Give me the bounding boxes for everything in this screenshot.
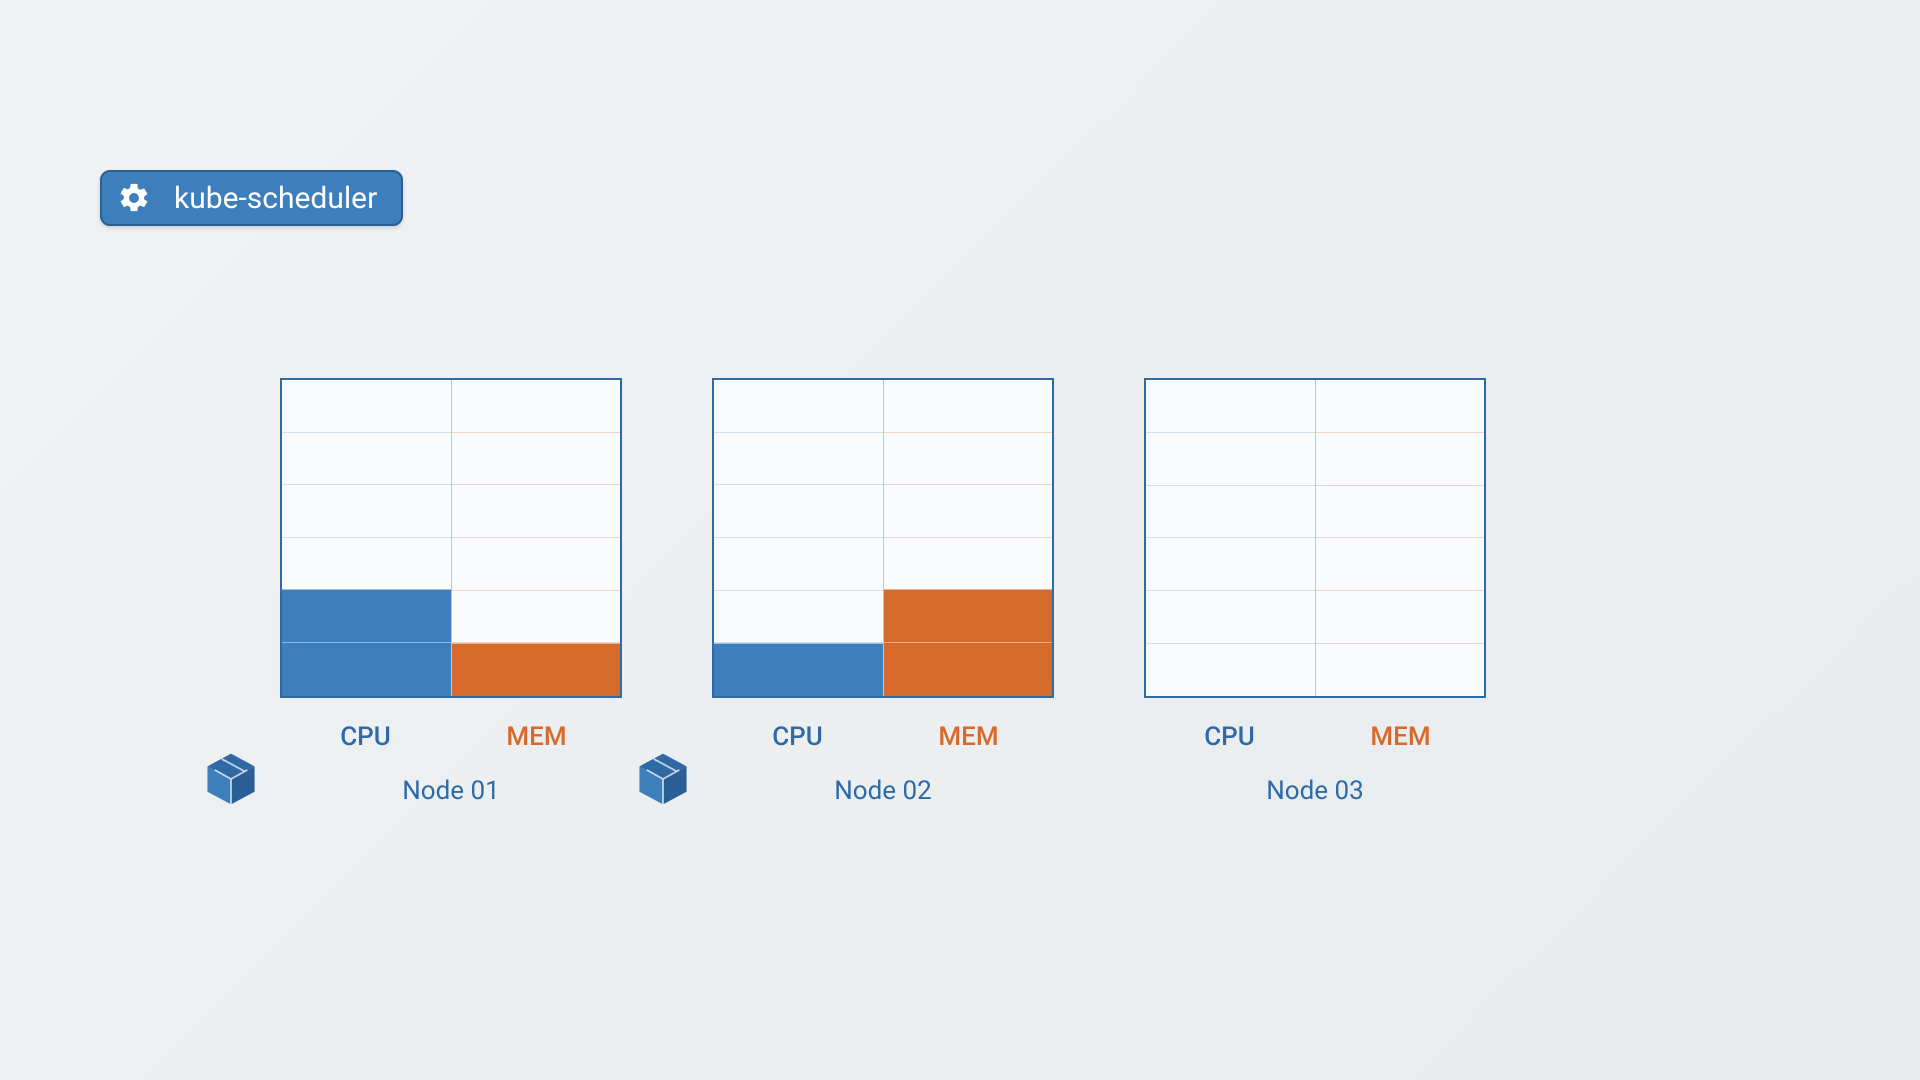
node-resource-box bbox=[1144, 378, 1486, 698]
cpu-column bbox=[714, 380, 884, 696]
node-1: CPUMEM Node 01 bbox=[280, 378, 622, 806]
mem-fill bbox=[452, 643, 621, 696]
node-2: CPUMEM Node 02 bbox=[712, 378, 1054, 806]
cpu-fill bbox=[714, 643, 883, 696]
cpu-column bbox=[1146, 380, 1316, 696]
nodes-row: CPUMEMNode 01CPUMEMNode 02CPUMEMNode 03 bbox=[280, 378, 1486, 806]
node-name-label: Node 03 bbox=[1144, 776, 1486, 806]
node-3: CPUMEM Node 03 bbox=[1144, 378, 1486, 806]
node-name-label: Node 02 bbox=[712, 776, 1054, 806]
cpu-column bbox=[282, 380, 452, 696]
mem-label: MEM bbox=[1315, 722, 1486, 752]
cpu-fill bbox=[282, 589, 451, 696]
mem-column bbox=[1316, 380, 1485, 696]
mem-fill bbox=[884, 589, 1053, 696]
mem-column bbox=[884, 380, 1053, 696]
node-name-label: Node 01 bbox=[280, 776, 622, 806]
pod-icon bbox=[202, 750, 260, 808]
cpu-label: CPU bbox=[1144, 722, 1315, 752]
gear-icon bbox=[116, 180, 152, 216]
mem-label: MEM bbox=[883, 722, 1054, 752]
mem-column bbox=[452, 380, 621, 696]
mem-label: MEM bbox=[451, 722, 622, 752]
node-resource-box bbox=[280, 378, 622, 698]
cpu-label: CPU bbox=[712, 722, 883, 752]
badge-label: kube-scheduler bbox=[174, 181, 377, 216]
pod-icon bbox=[634, 750, 692, 808]
kube-scheduler-badge: kube-scheduler bbox=[100, 170, 403, 226]
cpu-label: CPU bbox=[280, 722, 451, 752]
node-resource-box bbox=[712, 378, 1054, 698]
